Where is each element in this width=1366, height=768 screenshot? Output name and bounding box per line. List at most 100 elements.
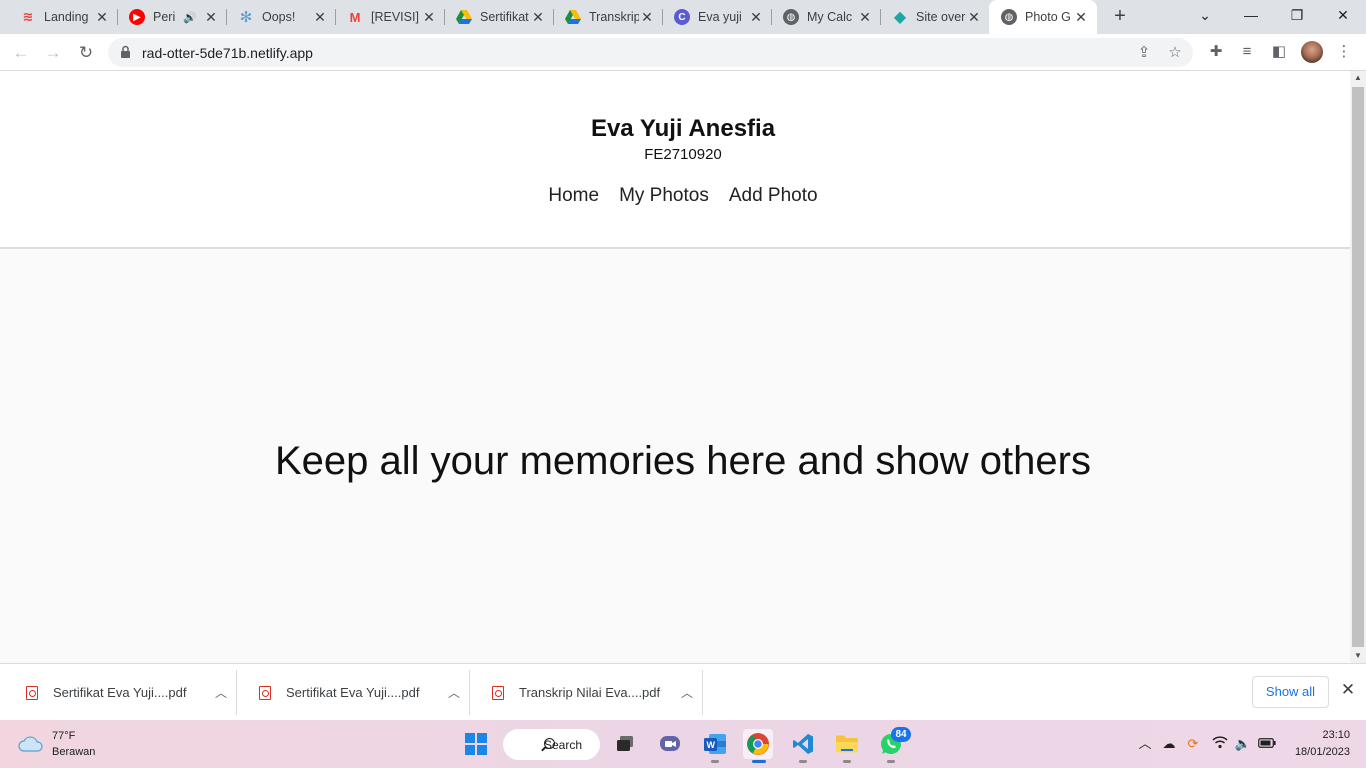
canva-icon: C bbox=[674, 9, 690, 25]
download-item[interactable]: Transkrip Nilai Eva....pdf ︿ bbox=[470, 670, 703, 715]
file-explorer-icon[interactable] bbox=[832, 729, 862, 763]
tab-title: Photo G bbox=[1025, 10, 1071, 24]
tab-drive-sertifikat[interactable]: Sertifikat ✕ bbox=[444, 0, 554, 34]
tab-photo-gallery[interactable]: ◍ Photo G ✕ bbox=[989, 0, 1097, 34]
media-queue-icon[interactable]: ≡ bbox=[1237, 42, 1257, 62]
restore-button[interactable]: ❐ bbox=[1274, 0, 1320, 30]
tab-site-overview[interactable]: ◆ Site over ✕ bbox=[880, 0, 990, 34]
chevron-up-icon[interactable]: ︿ bbox=[672, 684, 702, 701]
close-icon[interactable]: ✕ bbox=[1073, 9, 1089, 26]
close-icon[interactable]: ✕ bbox=[530, 9, 546, 26]
google-drive-icon bbox=[456, 9, 472, 25]
youtube-icon: ▶ bbox=[129, 9, 145, 25]
tab-oops[interactable]: ✻ Oops! ✕ bbox=[226, 0, 336, 34]
nav-link-add-photo[interactable]: Add Photo bbox=[729, 185, 818, 207]
tab-canva[interactable]: C Eva yuji ✕ bbox=[662, 0, 772, 34]
close-icon[interactable]: ✕ bbox=[857, 9, 873, 26]
tab-gmail[interactable]: M [REVISI] ✕ bbox=[335, 0, 445, 34]
tab-title: [REVISI] bbox=[371, 10, 419, 24]
tab-title: Transkrip bbox=[589, 10, 639, 24]
running-indicator bbox=[711, 760, 719, 763]
browser-toolbar: ← → ↻ rad-otter-5de71b.netlify.app ⇪ ☆ ✚… bbox=[0, 34, 1366, 71]
new-tab-button[interactable]: + bbox=[1108, 5, 1132, 29]
globe-icon: ◍ bbox=[783, 9, 799, 25]
tab-my-calc[interactable]: ◍ My Calc ✕ bbox=[771, 0, 881, 34]
pdf-file-icon bbox=[492, 685, 504, 700]
battery-icon[interactable] bbox=[1258, 735, 1276, 753]
scroll-down-arrow-icon[interactable]: ▼ bbox=[1350, 649, 1366, 663]
close-icon[interactable]: ✕ bbox=[203, 9, 219, 26]
chevron-up-icon[interactable]: ︿ bbox=[439, 684, 469, 701]
url-text[interactable]: rad-otter-5de71b.netlify.app bbox=[142, 45, 313, 61]
audio-speaker-icon[interactable]: 🔊 bbox=[183, 11, 197, 24]
close-icon[interactable]: ✕ bbox=[639, 9, 655, 26]
tab-title: My Calc bbox=[807, 10, 853, 24]
address-bar[interactable]: rad-otter-5de71b.netlify.app ⇪ ☆ bbox=[108, 38, 1193, 67]
tab-title: Peri bbox=[153, 10, 176, 24]
scroll-up-arrow-icon[interactable]: ▲ bbox=[1350, 71, 1366, 85]
reload-icon[interactable]: ↻ bbox=[73, 40, 99, 66]
tab-search-chevron-icon[interactable]: ⌄ bbox=[1182, 0, 1228, 30]
nav-link-home[interactable]: Home bbox=[548, 185, 599, 207]
page-viewport: Eva Yuji Anesfia FE2710920 Home My Photo… bbox=[0, 71, 1350, 663]
close-icon[interactable]: ✕ bbox=[421, 9, 437, 26]
weather-temperature[interactable]: 77°F bbox=[52, 730, 75, 742]
profile-avatar[interactable] bbox=[1301, 41, 1323, 63]
netlify-icon: ◆ bbox=[893, 9, 907, 26]
onedrive-cloud-icon[interactable]: ☁ bbox=[1160, 735, 1178, 753]
pdf-file-icon bbox=[26, 685, 38, 700]
close-icon[interactable]: ✕ bbox=[94, 9, 110, 26]
bookmark-star-icon[interactable]: ☆ bbox=[1166, 44, 1184, 62]
close-icon[interactable]: ✕ bbox=[1338, 680, 1358, 700]
clock-time[interactable]: 23:10 bbox=[1300, 729, 1350, 741]
running-indicator bbox=[799, 760, 807, 763]
share-icon[interactable]: ⇪ bbox=[1135, 44, 1153, 62]
download-item[interactable]: Sertifikat Eva Yuji....pdf ︿ bbox=[4, 670, 237, 715]
tab-strip: ≋ Landing ✕ ▶ Peri 🔊 ✕ ✻ Oops! ✕ M [REVI… bbox=[0, 0, 1366, 34]
tab-landing[interactable]: ≋ Landing ✕ bbox=[8, 0, 118, 34]
windows-start-icon[interactable] bbox=[465, 733, 487, 755]
extensions-puzzle-icon[interactable]: ✚ bbox=[1206, 42, 1226, 62]
minimize-button[interactable]: — bbox=[1228, 0, 1274, 30]
window-close-button[interactable]: ✕ bbox=[1320, 0, 1366, 30]
tab-drive-transkrip[interactable]: Transkrip ✕ bbox=[553, 0, 663, 34]
wifi-icon[interactable] bbox=[1211, 735, 1229, 753]
gmail-icon: M bbox=[349, 9, 361, 25]
scrollbar-thumb[interactable] bbox=[1352, 87, 1364, 647]
sync-refresh-icon[interactable]: ⟳ bbox=[1184, 735, 1202, 753]
nav-link-my-photos[interactable]: My Photos bbox=[619, 185, 709, 207]
download-filename: Sertifikat Eva Yuji....pdf bbox=[53, 685, 187, 700]
chrome-icon[interactable] bbox=[743, 729, 773, 763]
chevron-up-icon[interactable]: ︿ bbox=[1136, 735, 1154, 753]
close-icon[interactable]: ✕ bbox=[966, 9, 982, 26]
chevron-up-icon[interactable]: ︿ bbox=[206, 684, 236, 701]
kebab-menu-icon[interactable]: ⋮ bbox=[1334, 42, 1354, 62]
download-item[interactable]: Sertifikat Eva Yuji....pdf ︿ bbox=[237, 670, 470, 715]
show-all-button[interactable]: Show all bbox=[1252, 676, 1329, 708]
taskbar-search-button[interactable]: Search bbox=[503, 729, 600, 760]
pdf-file-icon bbox=[259, 685, 271, 700]
teams-chat-icon[interactable] bbox=[655, 729, 685, 759]
google-drive-icon bbox=[565, 9, 581, 25]
download-filename: Transkrip Nilai Eva....pdf bbox=[519, 685, 661, 700]
microsoft-word-icon[interactable]: W bbox=[700, 729, 730, 763]
close-icon[interactable]: ✕ bbox=[312, 9, 328, 26]
search-icon bbox=[544, 738, 555, 749]
forward-arrow-icon[interactable]: → bbox=[40, 40, 66, 66]
page-scrollbar[interactable]: ▲ ▼ bbox=[1350, 71, 1366, 663]
close-icon[interactable]: ✕ bbox=[748, 9, 764, 26]
download-shelf: Sertifikat Eva Yuji....pdf ︿ Sertifikat … bbox=[0, 663, 1366, 720]
back-arrow-icon[interactable]: ← bbox=[8, 40, 34, 66]
side-panel-icon[interactable]: ◧ bbox=[1269, 42, 1289, 62]
tab-title: Site over bbox=[916, 10, 966, 24]
vscode-icon[interactable] bbox=[788, 729, 818, 763]
clock-date[interactable]: 18/01/2023 bbox=[1282, 746, 1350, 758]
task-view-icon[interactable] bbox=[610, 729, 640, 759]
speaker-volume-icon[interactable]: 🔈 bbox=[1234, 735, 1252, 753]
cloud-icon[interactable] bbox=[18, 734, 44, 752]
weather-description[interactable]: Berawan bbox=[52, 746, 95, 758]
tab-title: Oops! bbox=[262, 10, 296, 24]
tab-youtube[interactable]: ▶ Peri 🔊 ✕ bbox=[117, 0, 227, 34]
site-title: Eva Yuji Anesfia bbox=[590, 115, 776, 142]
globe-icon: ◍ bbox=[1001, 9, 1017, 25]
